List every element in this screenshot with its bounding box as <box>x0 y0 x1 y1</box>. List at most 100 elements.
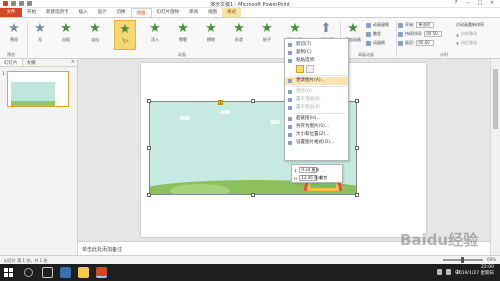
trigger-button[interactable]: 触发 <box>366 31 381 37</box>
vertical-scrollbar[interactable] <box>490 59 500 255</box>
resize-handle[interactable] <box>147 99 151 103</box>
effect-split[interactable]: ★ 劈裂 <box>172 20 194 50</box>
scrollbar-thumb[interactable] <box>493 69 498 129</box>
tab-slideshow[interactable]: 幻灯片放映 <box>152 8 185 17</box>
effect-none[interactable]: ★ 无 <box>29 20 51 50</box>
menu-item-copy[interactable]: 复制(C) <box>285 49 348 57</box>
zoom-level[interactable]: 69% <box>487 257 496 262</box>
effect-wheel[interactable]: ★ 轮子 <box>256 20 278 50</box>
animation-painter-button[interactable]: 动画刷 <box>366 40 385 46</box>
cloud-shape <box>220 110 230 114</box>
app-taskbar-icon[interactable] <box>60 267 71 278</box>
tab-transitions[interactable]: 切换 <box>112 8 131 17</box>
effect-label: 擦除 <box>207 37 215 42</box>
menu-item-cut[interactable]: 剪切(T) <box>285 41 348 49</box>
resize-handle[interactable] <box>147 193 151 197</box>
tab-format[interactable]: 格式 <box>222 8 241 17</box>
cloud-shape <box>180 116 190 120</box>
resize-handle[interactable] <box>355 193 359 197</box>
effect-label: 劈裂 <box>179 37 187 42</box>
undo-icon[interactable] <box>19 1 24 6</box>
height-field[interactable]: 9.34 厘米 <box>299 167 320 173</box>
menu-item-group[interactable]: 组合(G) <box>285 88 348 96</box>
star-icon: ★ <box>233 21 245 36</box>
move-earlier-button[interactable]: ▲ 向前移动 <box>456 31 477 37</box>
menu-item-change-picture[interactable]: 更改图片(A)... <box>285 77 348 85</box>
zoom-slider[interactable] <box>443 256 484 263</box>
app-icon[interactable] <box>3 1 8 6</box>
copy-icon <box>288 51 292 55</box>
effect-fade[interactable]: ★ 淡出 <box>84 20 106 50</box>
ribbon-tabs: 文件 开始 新建选项卡 插入 设计 切换 动画 幻灯片放映 审阅 视图 格式 <box>0 8 500 17</box>
task-view-icon[interactable] <box>42 267 53 278</box>
resize-handle[interactable] <box>251 99 255 103</box>
clock-date: 2019/1/27 星期日 <box>455 271 494 276</box>
tab-review[interactable]: 审阅 <box>184 8 203 17</box>
tab-view[interactable]: 视图 <box>203 8 222 17</box>
help-button[interactable]: ? <box>450 0 462 7</box>
clock-icon <box>398 31 403 37</box>
minimize-button[interactable]: – <box>462 0 474 7</box>
resize-handle[interactable] <box>147 146 151 150</box>
save-icon[interactable] <box>11 1 16 6</box>
animation-pane-button[interactable]: 动画窗格 <box>366 22 389 28</box>
link-icon <box>288 117 292 121</box>
preview-button[interactable]: ★ 预览 <box>3 20 25 50</box>
network-icon[interactable] <box>437 269 442 275</box>
delay-field[interactable]: 00.00 <box>416 40 435 46</box>
search-icon[interactable] <box>24 268 33 277</box>
paste-option-button[interactable] <box>306 65 314 73</box>
pane-icon <box>366 22 371 28</box>
effect-wipe[interactable]: ★ 擦除 <box>200 20 222 50</box>
animation-order-badge[interactable]: 1 <box>218 100 223 105</box>
effect-label: 形状 <box>235 37 243 42</box>
close-button[interactable]: × <box>486 0 498 7</box>
tab-slides[interactable]: 幻灯片 <box>0 59 23 66</box>
preview-label: 预览 <box>10 37 18 42</box>
menu-item-send-back[interactable]: 置于底层(K) <box>285 104 348 112</box>
down-arrow-icon: ▼ <box>456 40 460 46</box>
menu-item-format-picture[interactable]: 设置图片格式(O)... <box>285 139 348 147</box>
volume-icon[interactable] <box>446 269 451 275</box>
menu-label: 复制(C) <box>296 50 312 55</box>
effect-fly-in[interactable]: ★ 飞入 <box>114 20 136 50</box>
windows-start-icon[interactable] <box>4 268 13 277</box>
tab-insert[interactable]: 插入 <box>74 8 93 17</box>
close-icon[interactable]: × <box>71 59 75 65</box>
tab-file[interactable]: 文件 <box>0 8 22 17</box>
menu-item-save-as-picture[interactable]: 另存为图片(S)... <box>285 123 348 131</box>
menu-item-hyperlink[interactable]: 超链接(H)... <box>285 115 348 123</box>
resize-handle[interactable] <box>355 99 359 103</box>
clock[interactable]: 22:00 2019/1/27 星期日 <box>456 265 494 277</box>
bring-front-icon <box>288 98 292 102</box>
duration-field[interactable]: 00.50 <box>424 31 443 37</box>
menu-label: 大小和位置(Z)... <box>296 132 330 137</box>
move-later-button[interactable]: ▼ 向后移动 <box>456 40 477 46</box>
start-select[interactable]: 单击时 <box>416 22 435 28</box>
tab-outline[interactable]: 大纲 <box>23 59 40 66</box>
tab-design[interactable]: 设计 <box>93 8 112 17</box>
delay-row: 延迟: 00.00 <box>398 40 435 46</box>
maximize-button[interactable]: □ <box>474 0 486 7</box>
tab-new[interactable]: 新建选项卡 <box>41 8 74 17</box>
tab-home[interactable]: 开始 <box>22 8 41 17</box>
animation-painter-label: 动画刷 <box>373 40 385 45</box>
menu-item-size-position[interactable]: 大小和位置(Z)... <box>285 131 348 139</box>
paste-option-button[interactable] <box>296 65 304 73</box>
star-icon: ★ <box>289 21 301 36</box>
slide-thumbnail[interactable] <box>7 71 69 107</box>
redo-icon[interactable] <box>27 1 32 6</box>
powerpoint-taskbar-icon[interactable] <box>96 267 107 278</box>
effect-shape[interactable]: ★ 形状 <box>228 20 250 50</box>
file-explorer-icon[interactable] <box>78 267 89 278</box>
effect-appear[interactable]: ★ 出现 <box>55 20 77 50</box>
crop-button[interactable]: 裁剪 <box>319 175 327 181</box>
menu-item-bring-front[interactable]: 置于顶层(R) <box>285 96 348 104</box>
resize-handle[interactable] <box>355 146 359 150</box>
zoom-knob[interactable] <box>461 256 465 263</box>
tab-animations[interactable]: 动画 <box>130 8 152 17</box>
resize-handle[interactable] <box>251 193 255 197</box>
taskbar: 中 22:00 2019/1/27 星期日 <box>0 264 500 281</box>
width-field[interactable]: 12.46 厘米 <box>299 175 322 181</box>
effect-float-in[interactable]: ★ 浮入 <box>144 20 166 50</box>
